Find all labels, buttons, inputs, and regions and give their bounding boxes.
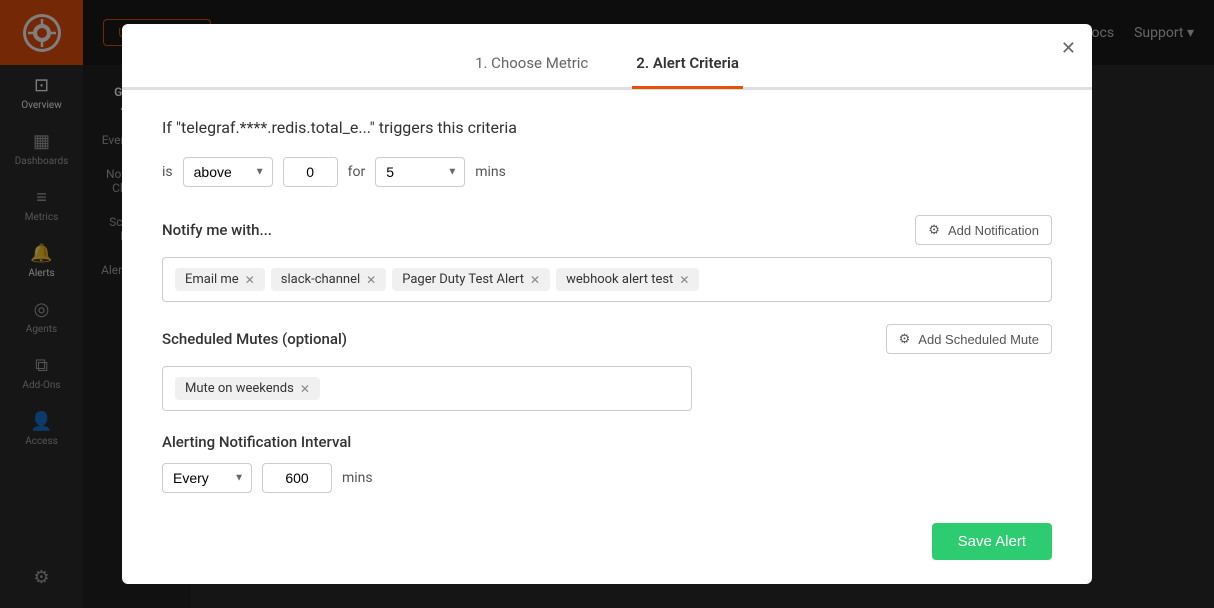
mutes-title: Scheduled Mutes (optional) <box>162 330 347 348</box>
tag-label: Mute on weekends <box>185 381 294 396</box>
interval-title: Alerting Notification Interval <box>162 433 1052 451</box>
tag-label: Email me <box>185 272 239 287</box>
tag-slack-channel: slack-channel ✕ <box>271 268 386 291</box>
tag-close-slack[interactable]: ✕ <box>366 273 376 287</box>
mins-label: mins <box>475 164 506 180</box>
modal: ✕ 1. Choose Metric 2. Alert Criteria If … <box>122 24 1092 584</box>
mutes-section-header: Scheduled Mutes (optional) ⚙ Add Schedul… <box>162 324 1052 354</box>
modal-body: If "telegraf.****.redis.total_e..." trig… <box>122 90 1092 523</box>
every-select[interactable]: Every Never <box>162 463 252 493</box>
condition-select[interactable]: above below equal <box>183 157 273 187</box>
add-mute-label: Add Scheduled Mute <box>918 332 1039 347</box>
threshold-input[interactable] <box>283 157 338 187</box>
tag-label: webhook alert test <box>566 272 673 287</box>
gear-icon-mute: ⚙ <box>899 331 911 347</box>
every-select-wrapper: Every Never <box>162 463 252 493</box>
interval-mins-label: mins <box>342 470 373 486</box>
tag-close-pager-duty[interactable]: ✕ <box>530 273 540 287</box>
gear-icon: ⚙ <box>928 222 940 238</box>
interval-row: Every Never mins <box>162 463 1052 493</box>
tag-webhook: webhook alert test ✕ <box>556 268 699 291</box>
tag-close-webhook[interactable]: ✕ <box>679 273 689 287</box>
notify-title: Notify me with... <box>162 221 272 239</box>
duration-select-wrapper: 5 10 15 30 <box>375 157 465 187</box>
tag-email-me: Email me ✕ <box>175 268 265 291</box>
add-notification-label: Add Notification <box>948 223 1039 238</box>
condition-select-wrapper: above below equal <box>183 157 273 187</box>
tag-label: Pager Duty Test Alert <box>402 272 524 287</box>
criteria-title: If "telegraf.****.redis.total_e..." trig… <box>162 118 1052 137</box>
tab-alert-criteria[interactable]: 2. Alert Criteria <box>632 44 743 89</box>
criteria-row: is above below equal for 5 10 15 30 <box>162 157 1052 187</box>
modal-overlay: ✕ 1. Choose Metric 2. Alert Criteria If … <box>0 0 1214 608</box>
duration-select[interactable]: 5 10 15 30 <box>375 157 465 187</box>
tag-close-email-me[interactable]: ✕ <box>245 273 255 287</box>
modal-footer: Save Alert <box>122 523 1092 584</box>
tag-mute-weekends: Mute on weekends ✕ <box>175 377 320 400</box>
notifications-tags-box: Email me ✕ slack-channel ✕ Pager Duty Te… <box>162 257 1052 302</box>
is-label: is <box>162 164 173 180</box>
add-notification-button[interactable]: ⚙ Add Notification <box>915 215 1052 245</box>
add-scheduled-mute-button[interactable]: ⚙ Add Scheduled Mute <box>886 324 1052 354</box>
tag-pager-duty: Pager Duty Test Alert ✕ <box>392 268 550 291</box>
notify-section-header: Notify me with... ⚙ Add Notification <box>162 215 1052 245</box>
tag-close-mute-weekends[interactable]: ✕ <box>300 382 310 396</box>
modal-tabs: 1. Choose Metric 2. Alert Criteria <box>122 24 1092 89</box>
for-label: for <box>348 164 366 180</box>
tab-choose-metric[interactable]: 1. Choose Metric <box>471 44 592 89</box>
tag-label: slack-channel <box>281 272 360 287</box>
save-alert-button[interactable]: Save Alert <box>932 523 1052 560</box>
interval-input[interactable] <box>262 463 332 493</box>
mutes-tags-box: Mute on weekends ✕ <box>162 366 692 411</box>
modal-close-button[interactable]: ✕ <box>1061 38 1076 59</box>
